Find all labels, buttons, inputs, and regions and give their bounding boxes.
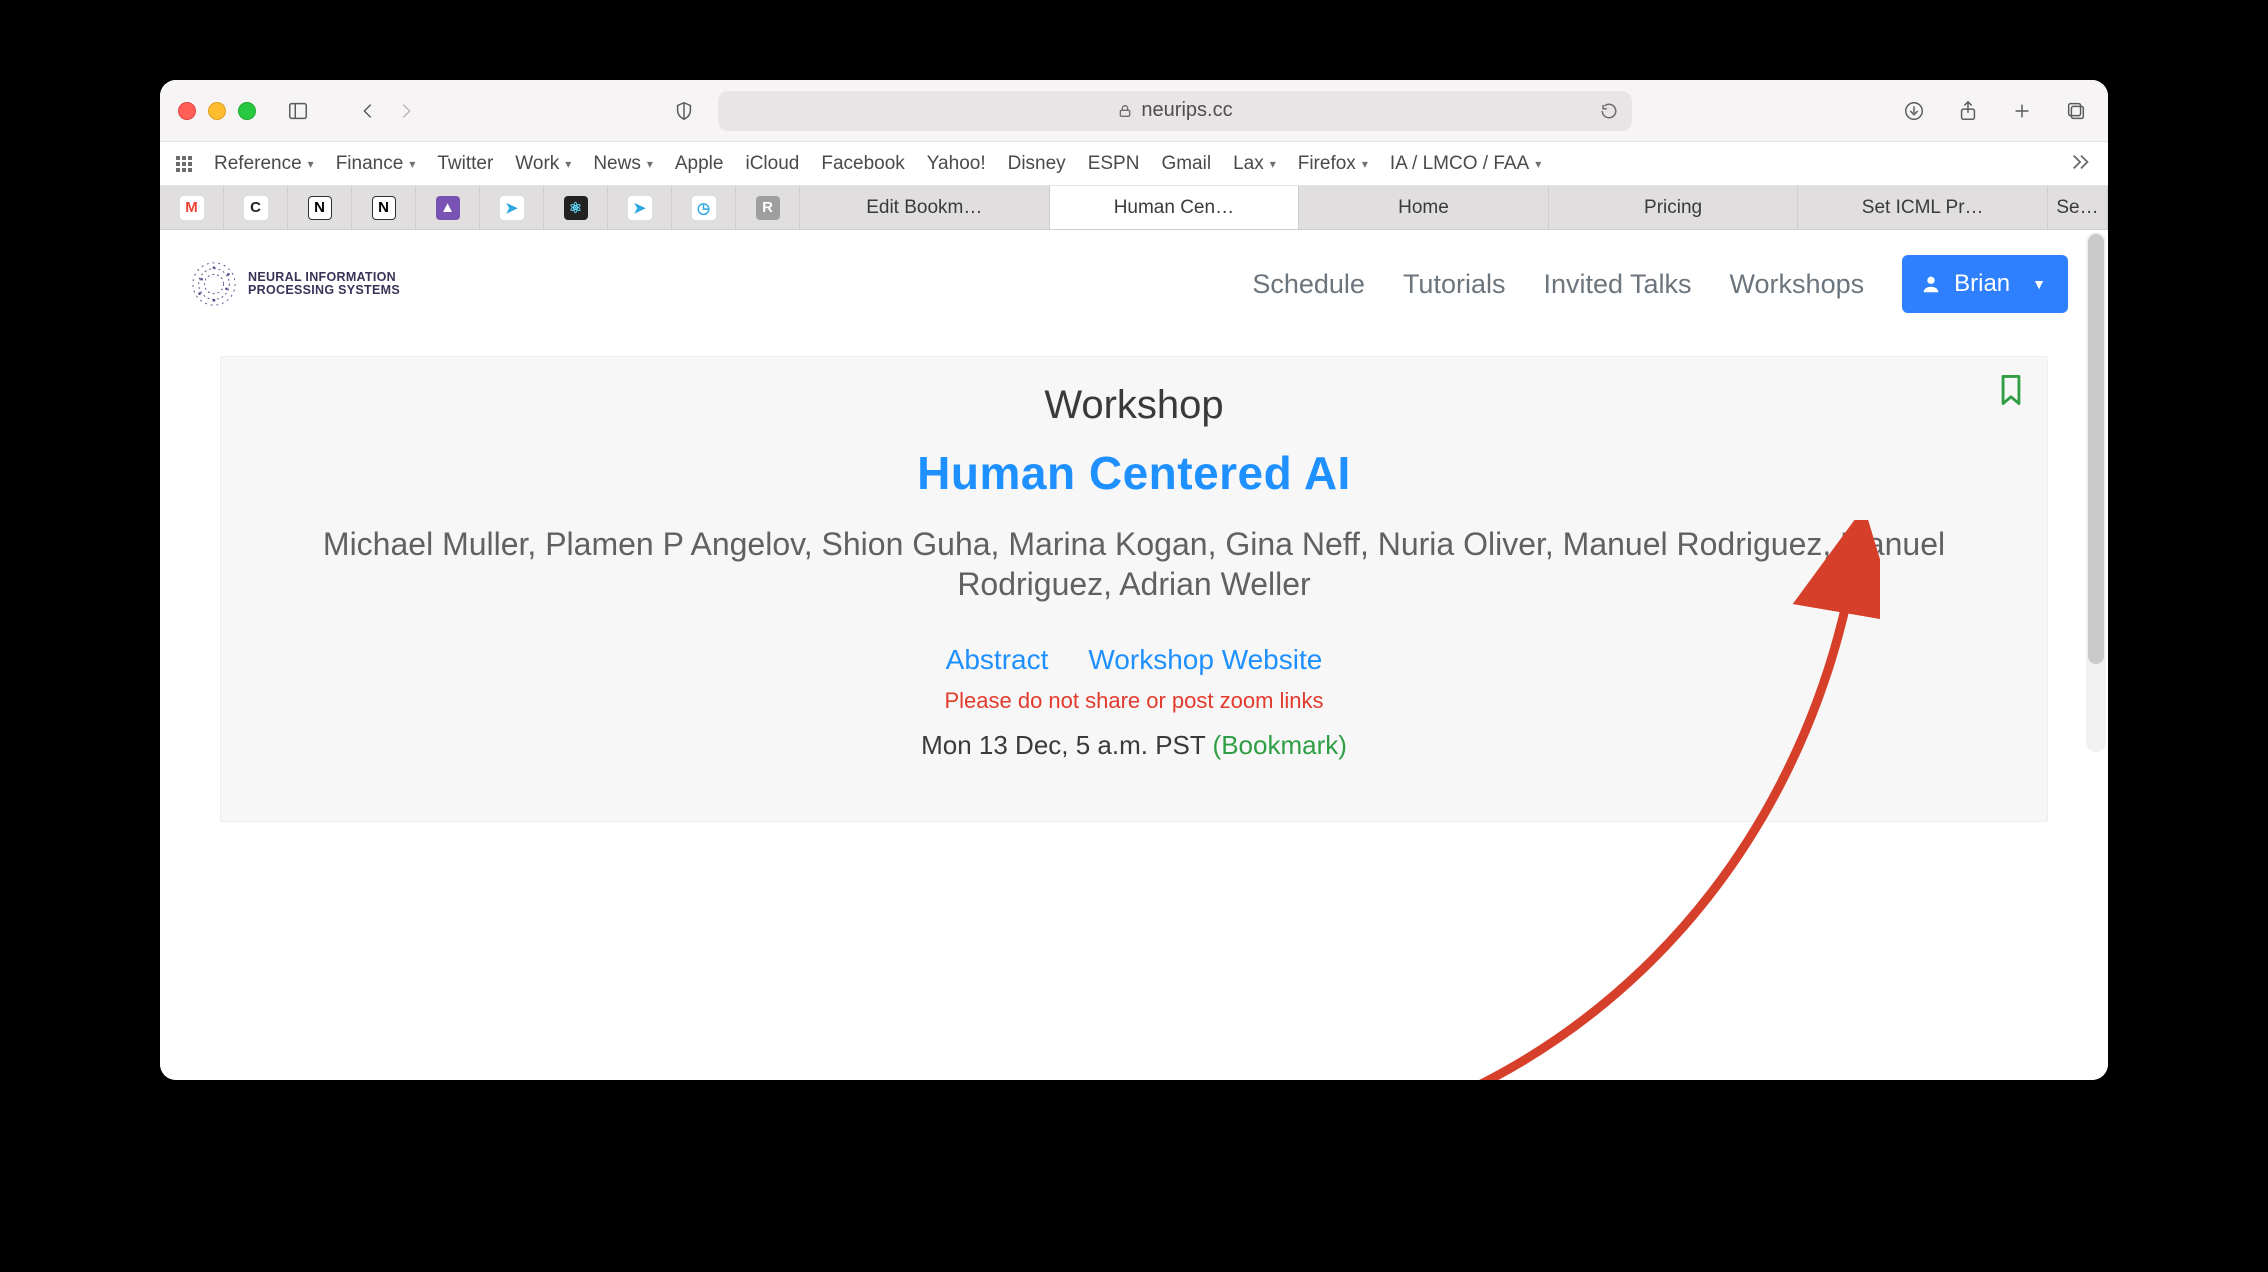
window-close-button[interactable]	[178, 102, 196, 120]
scrollbar-thumb[interactable]	[2088, 234, 2104, 664]
pinned-tabs: M C N N ▲ ➤ ⚛ ➤ ◷ R	[160, 186, 800, 229]
tab-home[interactable]: Home	[1299, 186, 1549, 229]
tab-edit-bookmarks[interactable]: Edit Bookm…	[800, 186, 1050, 229]
bookmark-yahoo[interactable]: Yahoo!	[927, 153, 986, 175]
bookmarks-bar: Reference▾ Finance▾ Twitter Work▾ News▾ …	[160, 142, 2108, 186]
bookmark-work[interactable]: Work▾	[515, 153, 571, 175]
pinned-tab-6[interactable]: ➤	[480, 186, 544, 229]
window-minimize-button[interactable]	[208, 102, 226, 120]
address-bar[interactable]: neurips.cc	[718, 91, 1632, 131]
bookmark-link[interactable]: (Bookmark)	[1213, 730, 1347, 760]
user-icon	[1920, 273, 1942, 295]
privacy-shield-icon[interactable]	[670, 97, 698, 125]
link-workshop-website[interactable]: Workshop Website	[1088, 644, 1322, 676]
apps-grid-icon[interactable]	[176, 156, 192, 172]
bookmark-twitter[interactable]: Twitter	[437, 153, 493, 175]
event-eyebrow: Workshop	[261, 383, 2007, 428]
page-content: NEURAL INFORMATION PROCESSING SYSTEMS Sc…	[160, 230, 2108, 1080]
pinned-tab-2[interactable]: C	[224, 186, 288, 229]
tab-human-centered[interactable]: Human Cen…	[1050, 186, 1300, 229]
open-tabs: Edit Bookm… Human Cen… Home Pricing Set …	[800, 186, 2108, 229]
bookmarks-overflow-icon[interactable]	[2070, 153, 2092, 175]
bookmark-facebook[interactable]: Facebook	[821, 153, 904, 175]
window-traffic-lights	[178, 102, 256, 120]
pinned-tab-9[interactable]: ◷	[672, 186, 736, 229]
new-tab-icon[interactable]	[2008, 97, 2036, 125]
event-schedule: Mon 13 Dec, 5 a.m. PST (Bookmark)	[261, 730, 2007, 761]
browser-window: neurips.cc Reference▾ Finance▾	[160, 80, 2108, 1080]
window-zoom-button[interactable]	[238, 102, 256, 120]
event-title: Human Centered AI	[261, 446, 2007, 500]
event-authors: Michael Muller, Plamen P Angelov, Shion …	[261, 524, 2007, 604]
bookmark-icloud[interactable]: iCloud	[745, 153, 799, 175]
event-links: Abstract Workshop Website	[261, 644, 2007, 676]
pinned-tab-notion-1[interactable]: N	[288, 186, 352, 229]
pinned-tab-gmail[interactable]: M	[160, 186, 224, 229]
event-card: Workshop Human Centered AI Michael Mulle…	[220, 356, 2048, 822]
share-icon[interactable]	[1954, 97, 1982, 125]
event-warning: Please do not share or post zoom links	[261, 688, 2007, 714]
lock-icon	[1117, 103, 1133, 119]
nav-workshops[interactable]: Workshops	[1730, 269, 1865, 300]
tab-set-icml[interactable]: Set ICML Pr…	[1798, 186, 2048, 229]
browser-titlebar: neurips.cc	[160, 80, 2108, 142]
user-menu-button[interactable]: Brian ▼	[1902, 255, 2068, 313]
address-bar-text: neurips.cc	[1141, 99, 1232, 122]
nav-schedule[interactable]: Schedule	[1252, 269, 1365, 300]
event-datetime: Mon 13 Dec, 5 a.m. PST	[921, 730, 1205, 760]
bookmark-toggle-icon[interactable]	[1997, 373, 2025, 407]
pinned-tab-8[interactable]: ➤	[608, 186, 672, 229]
tab-pricing[interactable]: Pricing	[1549, 186, 1799, 229]
logo-mark-icon	[190, 260, 238, 308]
logo-text: NEURAL INFORMATION PROCESSING SYSTEMS	[248, 271, 400, 297]
bookmark-lax[interactable]: Lax▾	[1233, 153, 1276, 175]
pinned-tab-notion-2[interactable]: N	[352, 186, 416, 229]
bookmark-news[interactable]: News▾	[593, 153, 653, 175]
pinned-tab-react[interactable]: ⚛	[544, 186, 608, 229]
bookmark-espn[interactable]: ESPN	[1088, 153, 1140, 175]
site-nav: Schedule Tutorials Invited Talks Worksho…	[1252, 255, 2068, 313]
bookmark-disney[interactable]: Disney	[1008, 153, 1066, 175]
page-scrollbar[interactable]	[2086, 232, 2106, 752]
nav-forward-button[interactable]	[392, 97, 420, 125]
pinned-tab-10[interactable]: R	[736, 186, 800, 229]
bookmark-reference[interactable]: Reference▾	[214, 153, 314, 175]
tabs-bar: M C N N ▲ ➤ ⚛ ➤ ◷ R Edit Bookm… Human Ce…	[160, 186, 2108, 230]
nav-invited-talks[interactable]: Invited Talks	[1543, 269, 1691, 300]
bookmark-firefox[interactable]: Firefox▾	[1298, 153, 1368, 175]
bookmark-ia-lmco-faa[interactable]: IA / LMCO / FAA▾	[1390, 153, 1541, 175]
nav-back-button[interactable]	[354, 97, 382, 125]
sidebar-toggle-icon[interactable]	[284, 97, 312, 125]
tab-overflow[interactable]: Se…	[2048, 186, 2108, 229]
bookmark-finance[interactable]: Finance▾	[336, 153, 416, 175]
reload-icon[interactable]	[1600, 102, 1618, 120]
link-abstract[interactable]: Abstract	[946, 644, 1049, 676]
downloads-icon[interactable]	[1900, 97, 1928, 125]
site-logo[interactable]: NEURAL INFORMATION PROCESSING SYSTEMS	[190, 260, 400, 308]
nav-tutorials[interactable]: Tutorials	[1403, 269, 1506, 300]
tab-overview-icon[interactable]	[2062, 97, 2090, 125]
bookmark-gmail[interactable]: Gmail	[1161, 153, 1211, 175]
caret-down-icon: ▼	[2032, 276, 2046, 292]
site-header: NEURAL INFORMATION PROCESSING SYSTEMS Sc…	[160, 230, 2108, 338]
user-name-label: Brian	[1954, 270, 2010, 298]
pinned-tab-5[interactable]: ▲	[416, 186, 480, 229]
bookmark-apple[interactable]: Apple	[675, 153, 724, 175]
